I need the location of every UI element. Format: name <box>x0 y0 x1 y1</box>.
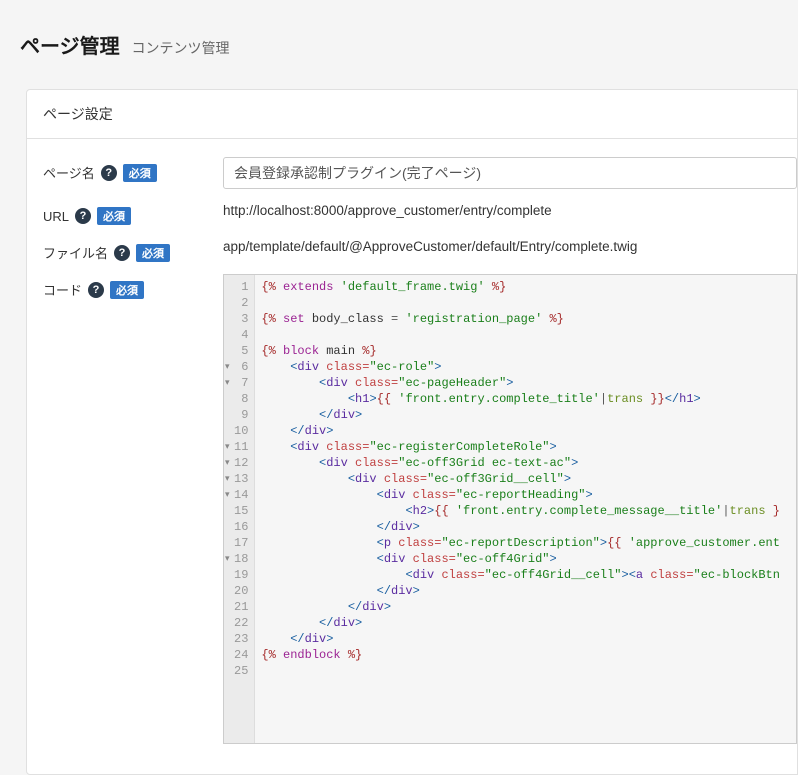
control-file-name: app/template/default/@ApproveCustomer/de… <box>223 237 797 257</box>
gutter-line: 19 <box>234 567 248 583</box>
gutter-line: 3 <box>234 311 248 327</box>
control-code: 1234567891011121314151617181920212223242… <box>223 274 797 744</box>
gutter-line: 1 <box>234 279 248 295</box>
code-line[interactable]: <div class="ec-role"> <box>261 359 790 375</box>
label-text: URL <box>43 209 69 224</box>
code-line[interactable]: <div class="ec-off3Grid__cell"> <box>261 471 790 487</box>
gutter-line: 10 <box>234 423 248 439</box>
gutter-line: 24 <box>234 647 248 663</box>
settings-panel: ページ設定 ページ名 ? 必須 URL ? 必須 htt <box>26 89 798 775</box>
page-header: ページ管理 コンテンツ管理 <box>20 20 798 69</box>
code-line[interactable]: <div class="ec-off4Grid"> <box>261 551 790 567</box>
label-text: ページ名 <box>43 163 95 182</box>
code-gutter: 1234567891011121314151617181920212223242… <box>224 275 255 743</box>
label-url: URL ? 必須 <box>43 201 223 225</box>
gutter-line: 11 <box>234 439 248 455</box>
code-line[interactable] <box>261 327 790 343</box>
code-content[interactable]: {% extends 'default_frame.twig' %} {% se… <box>255 275 796 743</box>
row-code: コード ? 必須 1234567891011121314151617181920… <box>43 274 797 744</box>
code-line[interactable]: </div> <box>261 583 790 599</box>
gutter-line: 8 <box>234 391 248 407</box>
code-line[interactable]: {% set body_class = 'registration_page' … <box>261 311 790 327</box>
gutter-line: 7 <box>234 375 248 391</box>
help-icon[interactable]: ? <box>88 282 104 298</box>
control-url: http://localhost:8000/approve_customer/e… <box>223 201 797 221</box>
page-container: ページ管理 コンテンツ管理 ページ設定 ページ名 ? 必須 URL ? 必須 <box>0 0 798 775</box>
page-title: ページ管理 <box>20 36 120 58</box>
panel-title: ページ設定 <box>27 90 797 139</box>
label-page-name: ページ名 ? 必須 <box>43 157 223 182</box>
page-subtitle: コンテンツ管理 <box>132 40 230 56</box>
required-badge: 必須 <box>123 164 157 182</box>
code-line[interactable]: </div> <box>261 615 790 631</box>
gutter-line: 13 <box>234 471 248 487</box>
gutter-line: 20 <box>234 583 248 599</box>
help-icon[interactable]: ? <box>75 208 91 224</box>
gutter-line: 12 <box>234 455 248 471</box>
code-line[interactable]: <div class="ec-reportHeading"> <box>261 487 790 503</box>
gutter-line: 21 <box>234 599 248 615</box>
gutter-line: 4 <box>234 327 248 343</box>
file-name-value: app/template/default/@ApproveCustomer/de… <box>223 237 797 257</box>
label-text: ファイル名 <box>43 243 108 262</box>
gutter-line: 5 <box>234 343 248 359</box>
gutter-line: 23 <box>234 631 248 647</box>
gutter-line: 16 <box>234 519 248 535</box>
code-line[interactable]: </div> <box>261 599 790 615</box>
row-page-name: ページ名 ? 必須 <box>43 157 797 189</box>
required-badge: 必須 <box>110 281 144 299</box>
code-line[interactable] <box>261 663 790 679</box>
gutter-line: 17 <box>234 535 248 551</box>
code-line[interactable]: </div> <box>261 407 790 423</box>
code-line[interactable]: <p class="ec-reportDescription">{{ 'appr… <box>261 535 790 551</box>
code-line[interactable]: </div> <box>261 631 790 647</box>
code-line[interactable]: {% block main %} <box>261 343 790 359</box>
gutter-line: 18 <box>234 551 248 567</box>
code-line[interactable]: {% extends 'default_frame.twig' %} <box>261 279 790 295</box>
code-line[interactable]: <div class="ec-off3Grid ec-text-ac"> <box>261 455 790 471</box>
gutter-line: 15 <box>234 503 248 519</box>
code-line[interactable] <box>261 295 790 311</box>
gutter-line: 25 <box>234 663 248 679</box>
url-value: http://localhost:8000/approve_customer/e… <box>223 201 797 221</box>
code-line[interactable]: </div> <box>261 519 790 535</box>
panel-body: ページ名 ? 必須 URL ? 必須 http://localhost:8000… <box>27 139 797 774</box>
label-code: コード ? 必須 <box>43 274 223 299</box>
code-line[interactable]: {% endblock %} <box>261 647 790 663</box>
code-line[interactable]: <div class="ec-off4Grid__cell"><a class=… <box>261 567 790 583</box>
required-badge: 必須 <box>97 207 131 225</box>
gutter-line: 2 <box>234 295 248 311</box>
label-file-name: ファイル名 ? 必須 <box>43 237 223 262</box>
row-file-name: ファイル名 ? 必須 app/template/default/@Approve… <box>43 237 797 262</box>
code-line[interactable]: <h2>{{ 'front.entry.complete_message__ti… <box>261 503 790 519</box>
code-editor[interactable]: 1234567891011121314151617181920212223242… <box>223 274 797 744</box>
gutter-line: 22 <box>234 615 248 631</box>
code-line[interactable]: <div class="ec-registerCompleteRole"> <box>261 439 790 455</box>
help-icon[interactable]: ? <box>101 165 117 181</box>
code-line[interactable]: <div class="ec-pageHeader"> <box>261 375 790 391</box>
page-name-input[interactable] <box>223 157 797 189</box>
gutter-line: 6 <box>234 359 248 375</box>
row-url: URL ? 必須 http://localhost:8000/approve_c… <box>43 201 797 225</box>
label-text: コード <box>43 280 82 299</box>
gutter-line: 14 <box>234 487 248 503</box>
gutter-line: 9 <box>234 407 248 423</box>
help-icon[interactable]: ? <box>114 245 130 261</box>
required-badge: 必須 <box>136 244 170 262</box>
code-line[interactable]: <h1>{{ 'front.entry.complete_title'|tran… <box>261 391 790 407</box>
code-line[interactable]: </div> <box>261 423 790 439</box>
control-page-name <box>223 157 797 189</box>
